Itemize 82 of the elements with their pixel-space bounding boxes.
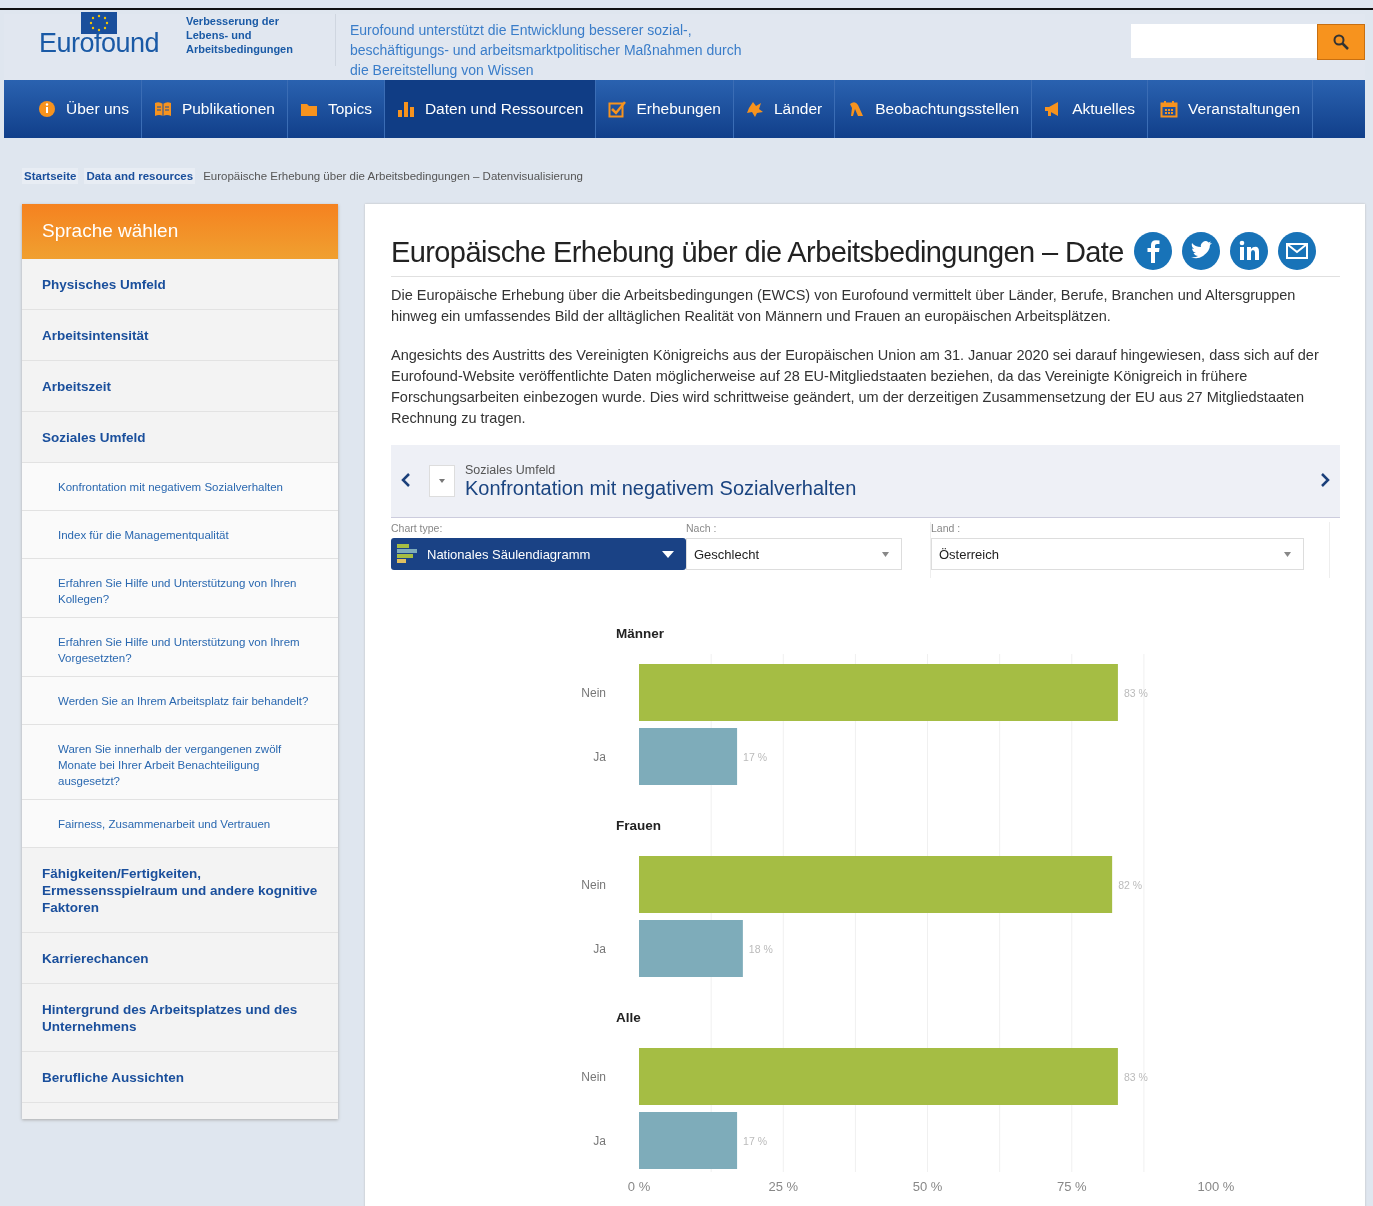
chevron-right-icon <box>1320 471 1330 488</box>
paragraph: Die Europäische Erhebung über die Arbeitsbedingungen (EWCS) von Eurofound vermittelt über Länder, Berufe, Branchen und Altersgruppen hinweg ein umfassendes Bild der alltäglichen Realität von Männern und Frauen an europäischen Arbeitsplätzen. <box>391 286 1297 326</box>
email-share-icon[interactable] <box>1277 232 1316 270</box>
breadcrumb-current: Europäische Erhebung über die Arbeitsbedingungen – Datenvisualisierung <box>202 169 584 184</box>
nav-item[interactable]: Erhebungen <box>596 80 734 138</box>
value-label: 18 % <box>748 943 773 955</box>
group-title: Frauen <box>616 818 661 833</box>
sidebar-item[interactable]: Arbeitsintensität <box>22 310 338 361</box>
nav-item[interactable]: Aktuelles <box>1032 80 1149 138</box>
sidebar-subitem[interactable]: Index für die Managementqualität <box>22 511 338 559</box>
value-label: 17 % <box>743 1135 768 1147</box>
checkbox-icon <box>608 100 627 118</box>
axis-label: Nein <box>581 878 606 892</box>
dropdown[interactable]: Österreich <box>931 538 1304 570</box>
caret-icon <box>662 550 674 558</box>
calendar-icon <box>1160 100 1179 118</box>
nav-item[interactable]: Publikationen <box>141 80 288 138</box>
nav-item[interactable]: Topics <box>288 80 385 138</box>
breadcrumb-link[interactable]: Startseite <box>22 168 79 184</box>
bar-chart-icon <box>396 100 415 118</box>
sidebar-subitem[interactable]: Erfahren Sie Hilfe und Unterstützung von Ihren Kollegen? <box>22 559 338 618</box>
search-button[interactable] <box>1317 24 1365 60</box>
axis-label: Nein <box>581 1070 606 1084</box>
search-field[interactable] <box>1131 24 1317 58</box>
caret-icon <box>882 551 889 557</box>
bar-chart-icon <box>397 543 419 565</box>
bird-icon <box>847 100 866 118</box>
breadcrumb-link[interactable]: Data and resources <box>84 168 196 184</box>
value-label: 17 % <box>743 751 768 763</box>
nav-item[interactable]: Daten und Ressourcen <box>384 80 597 138</box>
tick-label: 75 % <box>1056 1179 1087 1194</box>
facebook-share-icon[interactable] <box>1133 232 1172 270</box>
indicator-title: Konfrontation mit negativem Sozialverhalten <box>465 476 857 500</box>
page-title: Europäische Erhebung über die Arbeitsbedingungen – Date <box>391 236 1124 269</box>
tagline: Verbesserung der Lebens- und Arbeitsbedingungen <box>186 14 336 66</box>
value-label: 82 % <box>1118 879 1143 891</box>
caret-icon <box>439 479 445 483</box>
linkedin-share-icon[interactable] <box>1229 232 1268 270</box>
sidebar-subitem[interactable]: Fairness, Zusammenarbeit und Vertrauen <box>22 800 338 848</box>
sidebar-subitem[interactable]: Werden Sie an Ihrem Arbeitsplatz fair behandelt? <box>22 677 338 725</box>
logo[interactable]: Eurofound <box>38 28 160 59</box>
tick-label: 50 % <box>912 1179 943 1194</box>
group-title: Alle <box>616 1010 641 1025</box>
axis-label: Ja <box>593 750 606 764</box>
nav-item[interactable]: Länder <box>733 80 836 138</box>
value-label: 83 % <box>1123 687 1148 699</box>
search-icon <box>1333 34 1349 50</box>
dropdown[interactable]: Geschlecht <box>686 538 902 570</box>
filter-label: Land : <box>931 522 962 534</box>
value-label: 83 % <box>1123 1071 1148 1083</box>
tick-label: 100 % <box>1197 1179 1235 1194</box>
sidebar-item[interactable]: Fähigkeiten/Fertigkeiten, Ermessensspielraum und andere kognitive Faktoren <box>22 848 338 933</box>
caret-icon <box>1284 551 1291 557</box>
sidebar-item[interactable]: Hintergrund des Arbeitsplatzes und des Unternehmens <box>22 984 338 1052</box>
sidebar-item[interactable]: Arbeitszeit <box>22 361 338 412</box>
sidebar-item[interactable]: Physisches Umfeld <box>22 259 338 310</box>
nav-item[interactable]: Beobachtungsstellen <box>835 80 1033 138</box>
sidebar-subitem[interactable]: Waren Sie innerhalb der vergangenen zwölf Monate bei Ihrer Arbeit Benachteiligung ausgesetzt? <box>22 725 338 800</box>
sidebar-item[interactable]: Karrierechancen <box>22 933 338 984</box>
book-icon <box>153 100 172 118</box>
mission-text: Eurofound unterstützt die Entwicklung besserer sozial-, beschäftigungs- und arbeitsmarktpolitischer Maßnahmen durch die Bereitstellung von Wissen <box>350 21 743 80</box>
group-title: Männer <box>616 626 664 641</box>
sidebar-subitem[interactable]: Erfahren Sie Hilfe und Unterstützung von Ihrem Vorgesetzten? <box>22 618 338 677</box>
flag-icon <box>81 12 117 34</box>
info-icon <box>38 100 56 118</box>
sidebar-subitem[interactable]: Konfrontation mit negativem Sozialverhalten <box>22 463 338 511</box>
tick-label: 25 % <box>768 1179 799 1194</box>
twitter-share-icon[interactable] <box>1181 232 1220 270</box>
dropdown[interactable]: Nationales Säulendiagramm <box>391 538 686 570</box>
nav-item[interactable]: Über uns <box>26 80 142 138</box>
tick-label: 0 % <box>627 1179 651 1194</box>
map-icon <box>745 100 764 118</box>
filter-label: Nach : <box>686 522 718 534</box>
sidebar-item[interactable]: Berufliche Aussichten <box>22 1052 338 1103</box>
filter-label: Chart type: <box>391 522 444 534</box>
chevron-left-icon <box>401 471 411 488</box>
nav-item[interactable]: Veranstaltungen <box>1148 80 1314 138</box>
axis-label: Nein <box>581 686 606 700</box>
indicator-category: Soziales Umfeld <box>465 462 557 477</box>
axis-label: Ja <box>593 1134 606 1148</box>
paragraph: Angesichts des Austritts des Vereinigten Königreichs aus der Europäischen Union am 31. Januar 2020 sei darauf hingewiesen, dass sich auf der Eurofound-Website veröffentlichte Daten möglicherweise auf 28 EU-Mitgliedstaaten beziehen, da das Vereinigte Königreich in frühere Forschungsarbeiten einbezogen wurde. Dies wird schrittweise geändert, um der derzeitigen Zusammensetzung der EU aus 27 Mitgliedstaaten Rechnung zu tragen. <box>391 346 1320 428</box>
axis-label: Ja <box>593 942 606 956</box>
